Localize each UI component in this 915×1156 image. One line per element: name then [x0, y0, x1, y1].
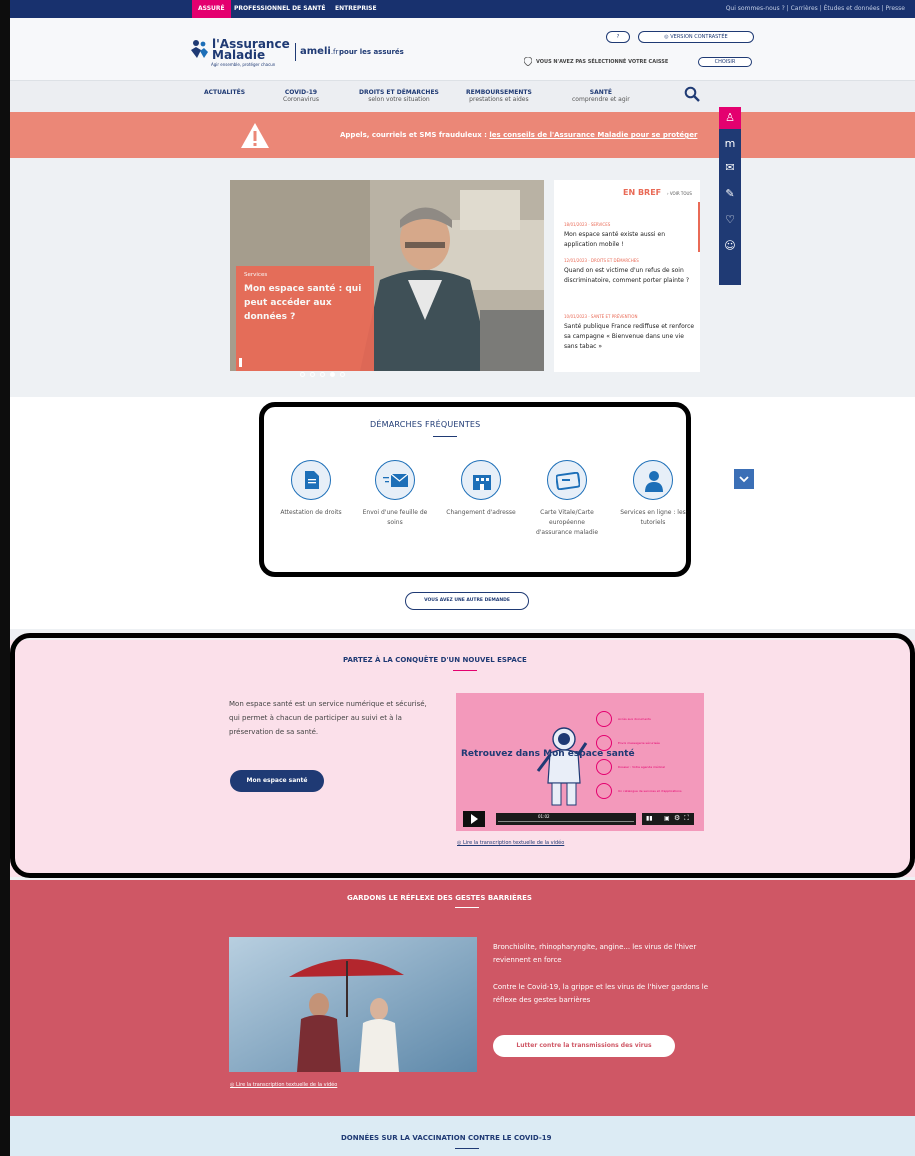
fraud-alert-banner: Appels, courriels et SMS frauduleux : le… — [10, 112, 915, 158]
carousel-dot[interactable] — [340, 372, 345, 377]
vaccination-title: DONNÉES SUR LA VACCINATION CONTRE LE COV… — [341, 1134, 552, 1142]
nav-label: DROITS ET DÉMARCHES — [359, 89, 439, 96]
site-section-label: pour les assurés — [339, 48, 404, 56]
hero-category: Services — [244, 272, 268, 278]
contrast-label: VERSION CONTRASTÉE — [670, 34, 728, 40]
stethoscope-icon[interactable]: ♡ — [719, 209, 741, 231]
news-title: Quand on est victime d'un refus de soin … — [564, 267, 690, 284]
carousel-dot[interactable] — [320, 372, 325, 377]
transcript-label: Lire la transcription textuelle de la vi… — [235, 1082, 338, 1088]
nav-label: COVID-19 — [284, 89, 318, 96]
see-all-news-link[interactable]: › VOIR TOUS — [667, 191, 692, 196]
news-scroll-indicator — [698, 202, 700, 252]
news-item[interactable]: 12/01/2023 · DROITS ET DÉMARCHES Quand o… — [564, 258, 696, 286]
audience-pro-tab[interactable]: PROFESSIONNEL DE SANTÉ — [234, 0, 325, 18]
en-bref-panel: EN BREF › VOIR TOUS 18/01/2023 · SERVICE… — [554, 180, 700, 372]
news-title: Santé publique France rediffuse et renfo… — [564, 323, 695, 350]
mon-espace-icon[interactable]: m — [719, 133, 741, 155]
news-meta: 10/01/2023 · SANTÉ ET PRÉVENTION — [564, 314, 638, 319]
audience-bar: ASSURÉ PROFESSIONNEL DE SANTÉ ⌄ ENTREPRI… — [10, 0, 915, 18]
logo-divider — [295, 43, 296, 61]
nav-label: SANTÉ — [589, 89, 612, 96]
chevron-down-icon[interactable]: ⌄ — [321, 0, 326, 18]
carousel-dot-active[interactable] — [330, 372, 335, 377]
hero-title: Mon espace santé : qui peut accéder aux … — [244, 284, 362, 322]
top-links[interactable]: Qui sommes-nous ? | Carrières | Études e… — [726, 0, 905, 18]
search-icon[interactable] — [684, 86, 700, 102]
umbrella-couple-photo — [229, 937, 477, 1072]
pause-icon[interactable] — [239, 358, 242, 367]
gestes-barrieres-rule — [455, 907, 479, 908]
nav-item-droits[interactable]: DROITS ET DÉMARCHES selon votre situatio… — [359, 89, 439, 103]
news-item[interactable]: 18/01/2023 · SERVICES Mon espace santé e… — [564, 222, 696, 250]
news-meta: 12/01/2023 · DROITS ET DÉMARCHES — [564, 258, 639, 263]
contrast-toggle-button[interactable]: ◎ VERSION CONTRASTÉE — [638, 31, 754, 43]
news-meta: 18/01/2023 · SERVICES — [564, 222, 611, 227]
carousel-dots — [300, 362, 350, 381]
lutter-transmission-button[interactable]: Lutter contre la transmissions des virus — [493, 1035, 675, 1057]
nav-item-actualites[interactable]: ACTUALITÉS — [204, 89, 245, 96]
nav-sublabel: selon votre situation — [368, 96, 430, 103]
ameli-homepage: ASSURÉ PROFESSIONNEL DE SANTÉ ⌄ ENTREPRI… — [10, 0, 915, 1156]
assurance-maladie-logo-icon[interactable] — [188, 38, 210, 60]
nav-item-remboursements[interactable]: REMBOURSEMENTS prestations et aides — [466, 89, 532, 103]
alert-link[interactable]: les conseils de l'Assurance Maladie pour… — [489, 131, 697, 139]
form-edit-icon[interactable]: ✎ — [719, 183, 741, 205]
location-pin-icon — [524, 57, 532, 66]
chat-icon[interactable]: ☺ — [719, 235, 741, 257]
hero-caption[interactable]: Services Mon espace santé : qui peut acc… — [236, 266, 374, 371]
annotation-highlight-box — [259, 402, 691, 577]
carousel-dot[interactable] — [300, 372, 305, 377]
gestes-barrieres-title: GARDONS LE RÉFLEXE DES GESTES BARRIÈRES — [347, 894, 532, 902]
gestes-barrieres-intro: Bronchiolite, rhinopharyngite, angine...… — [493, 943, 697, 964]
nav-item-sante[interactable]: SANTÉ comprendre et agir — [572, 89, 630, 103]
ameli-tld: .fr — [330, 48, 339, 56]
ameli-logo[interactable]: ameli.fr — [300, 46, 338, 57]
en-bref-heading: EN BREF — [623, 188, 662, 197]
gestes-barrieres-text: Contre le Covid-19, la grippe et les vir… — [493, 983, 709, 1004]
gestes-barrieres-video[interactable] — [229, 937, 477, 1072]
site-header: l'Assurance Maladie Agir ensemble, proté… — [10, 18, 915, 80]
alert-message: Appels, courriels et SMS frauduleux : le… — [340, 131, 697, 139]
account-icon[interactable]: ♙ — [719, 107, 741, 129]
nav-label: REMBOURSEMENTS — [466, 89, 532, 96]
annotation-highlight-box — [10, 633, 915, 878]
nav-sublabel: comprendre et agir — [572, 96, 630, 103]
video-transcript-link[interactable]: ◎ Lire la transcription textuelle de la … — [230, 1082, 337, 1088]
nav-sublabel: prestations et aides — [469, 96, 529, 103]
news-item[interactable]: 10/01/2023 · SANTÉ ET PRÉVENTION Santé p… — [564, 314, 696, 352]
nav-item-covid[interactable]: COVID-19 Coronavirus — [283, 89, 319, 103]
main-nav: ACTUALITÉS COVID-19 Coronavirus DROITS E… — [10, 80, 915, 112]
logo-text-line2[interactable]: Maladie — [212, 49, 265, 61]
carousel-dot[interactable] — [310, 372, 315, 377]
choose-caisse-button[interactable]: CHOISIR — [698, 57, 752, 67]
nav-label: ACTUALITÉS — [204, 89, 246, 96]
audience-assure-tab[interactable]: ASSURÉ — [192, 0, 231, 18]
expand-demarches-button[interactable] — [734, 469, 754, 489]
ameli-wordmark: ameli — [300, 46, 331, 57]
logo-tagline: Agir ensemble, protéger chacun — [211, 62, 276, 67]
alert-text: Appels, courriels et SMS frauduleux : — [340, 131, 490, 139]
nav-sublabel: Coronavirus — [283, 96, 319, 103]
chevron-down-icon — [739, 476, 749, 483]
vaccination-rule — [455, 1148, 479, 1149]
mail-icon[interactable]: ✉ — [719, 157, 741, 179]
caisse-status-text: VOUS N'AVEZ PAS SÉLECTIONNÉ VOTRE CAISSE — [536, 59, 669, 65]
other-request-button[interactable]: VOUS AVEZ UNE AUTRE DEMANDE — [405, 592, 529, 610]
audience-entreprise-tab[interactable]: ENTREPRISE — [335, 0, 377, 18]
warning-icon — [241, 123, 269, 148]
news-title: Mon espace santé existe aussi en applica… — [564, 231, 665, 248]
help-button[interactable]: ? — [606, 31, 630, 43]
quick-access-rail: ♙ m ✉ ✎ ♡ ☺ — [719, 107, 741, 285]
